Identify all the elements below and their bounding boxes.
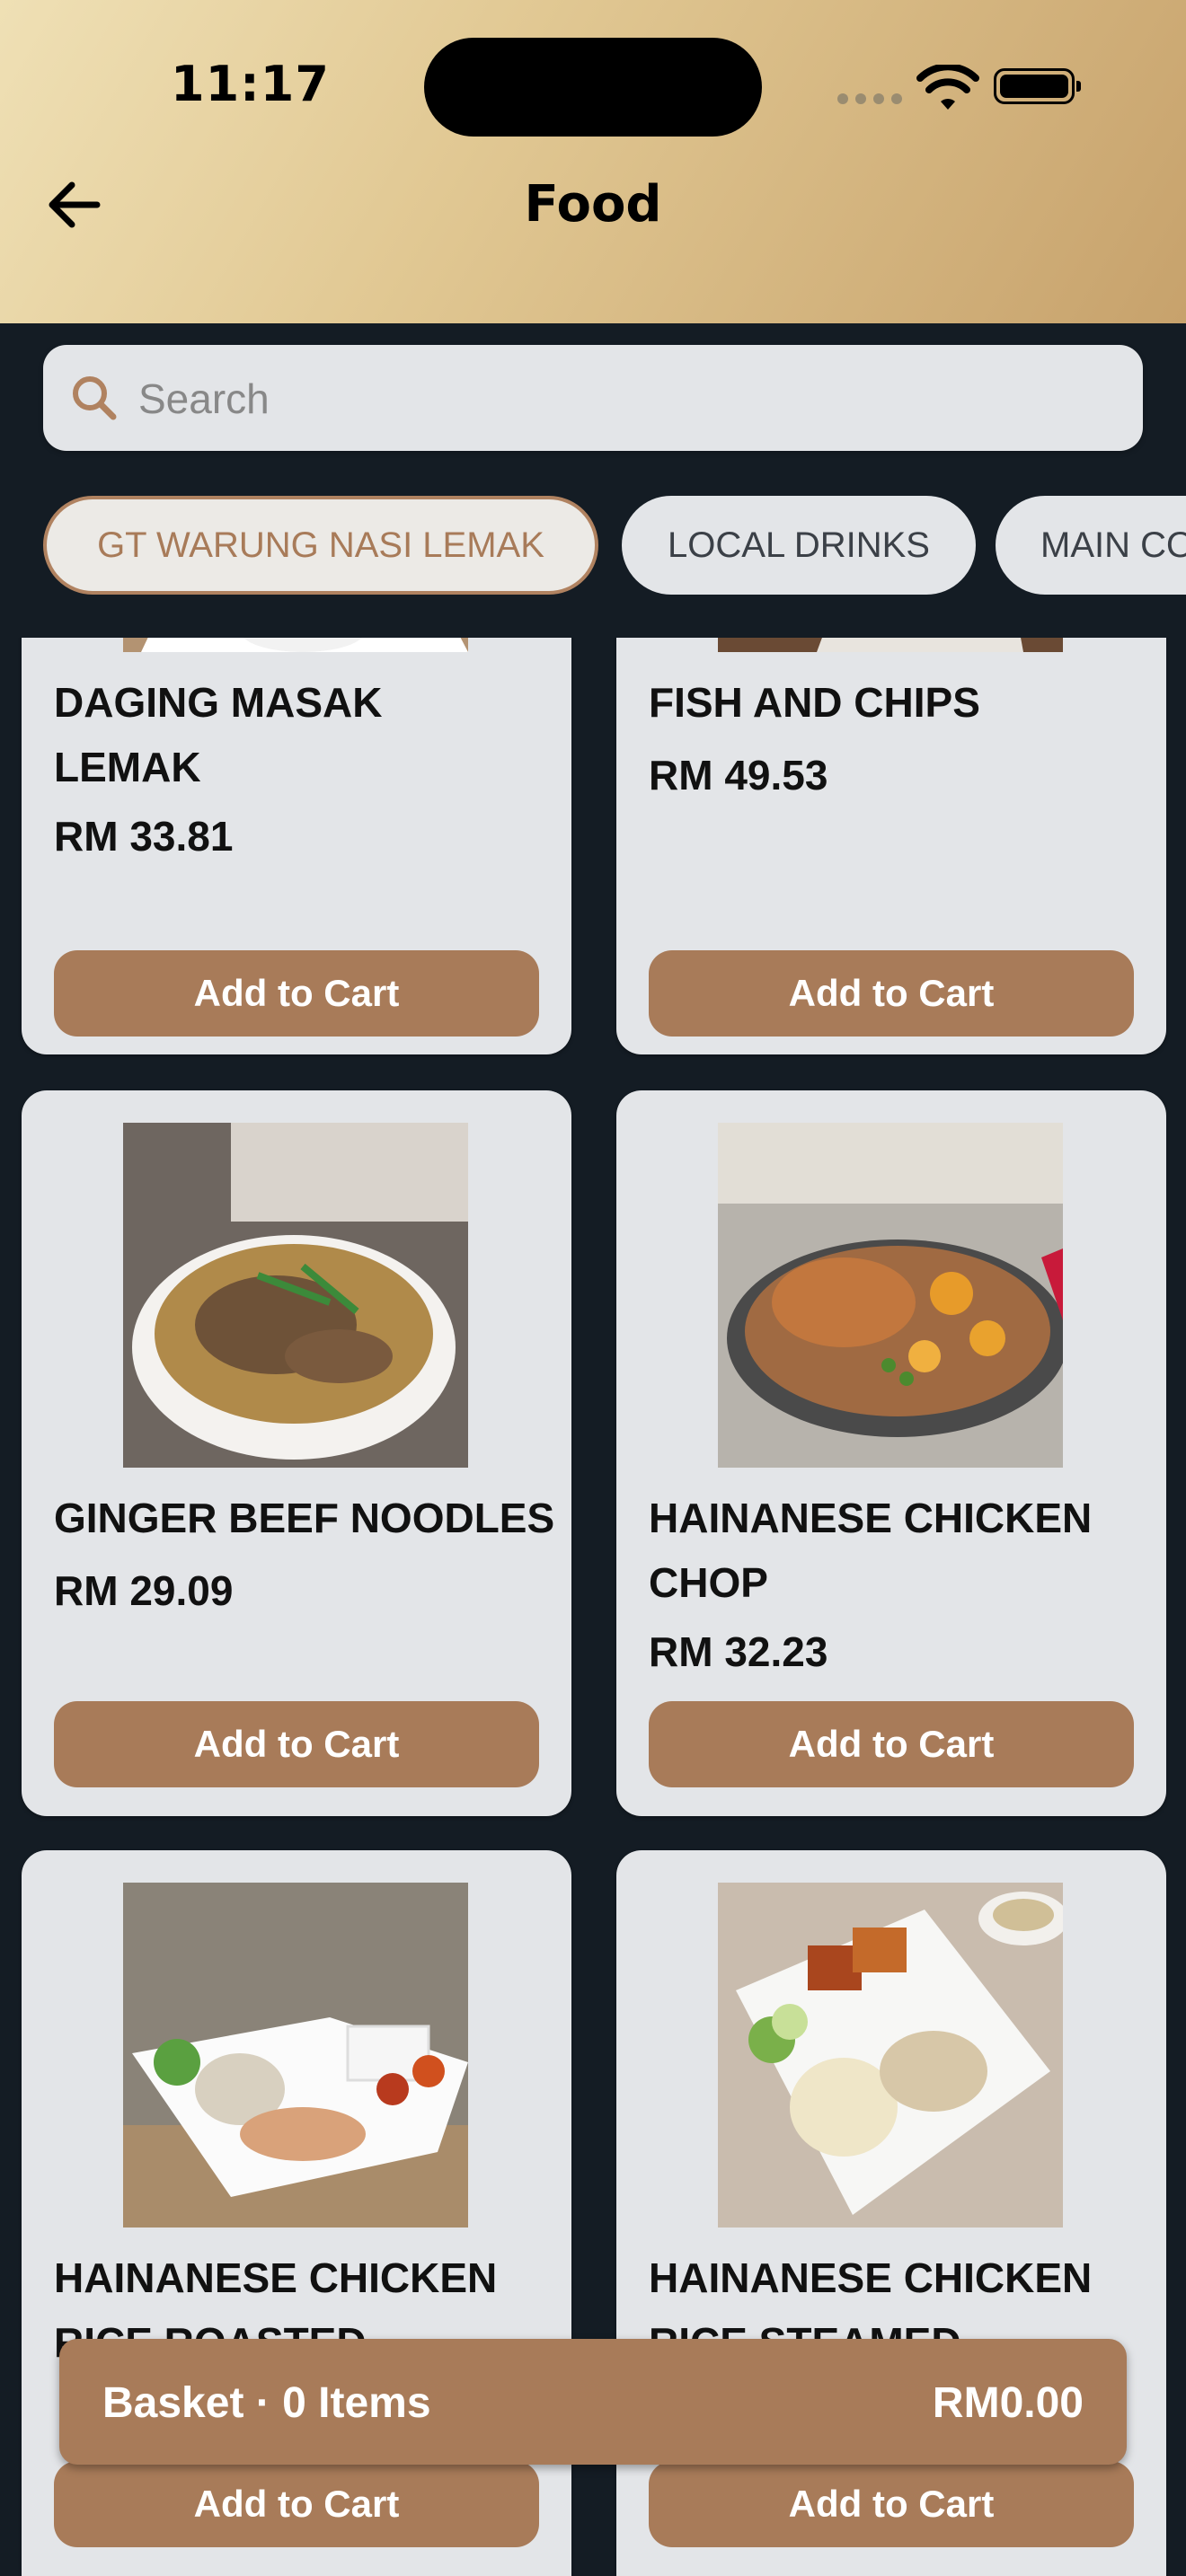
basket-total: RM0.00 (932, 2379, 1084, 2427)
product-card: HAINANESE CHICKEN RICE STEAMED Add to Ca… (616, 1850, 1166, 2576)
tab-gt-warung-nasi-lemak[interactable]: GT WARUNG NASI LEMAK (43, 496, 598, 595)
status-time: 11:17 (171, 56, 330, 112)
product-price: RM 49.53 (649, 752, 828, 798)
product-card: GINGER BEEF NOODLES RM 29.09 Add to Cart (22, 1090, 571, 1816)
add-to-cart-button[interactable]: Add to Cart (54, 1701, 539, 1787)
dynamic-island (424, 38, 762, 137)
cellular-signal-icon (837, 93, 902, 104)
product-name-line1: HAINANESE CHICKEN (54, 2254, 498, 2301)
product-image (718, 1883, 1063, 2228)
app-header: 11:17 Food (0, 0, 1186, 323)
product-price: RM 33.81 (54, 813, 234, 860)
product-card: DAGING MASAK LEMAK RM 33.81 Add to Cart (22, 638, 571, 1054)
product-name-line2: LEMAK (54, 744, 201, 790)
category-tabs: GT WARUNG NASI LEMAK LOCAL DRINKS MAIN C… (43, 496, 1186, 595)
product-name-line1: HAINANESE CHICKEN (649, 1495, 1093, 1541)
search-bar[interactable] (43, 345, 1143, 451)
add-to-cart-button[interactable]: Add to Cart (649, 1701, 1134, 1787)
product-price: RM 29.09 (54, 1567, 234, 1614)
product-name-line1: HAINANESE CHICKEN (649, 2254, 1093, 2301)
product-image (718, 638, 1063, 652)
search-icon (73, 376, 117, 420)
basket-bar[interactable]: Basket · 0 Items RM0.00 (59, 2339, 1127, 2465)
basket-label: Basket · 0 Items (102, 2379, 431, 2427)
product-image (123, 638, 468, 652)
product-card: HAINANESE CHICKEN RICE ROASTED Add to Ca… (22, 1850, 571, 2576)
search-input[interactable] (137, 363, 1111, 435)
product-name-line1: GINGER BEEF NOODLES (54, 1495, 555, 1541)
add-to-cart-button[interactable]: Add to Cart (54, 950, 539, 1037)
product-card: HAINANESE CHICKEN CHOP RM 32.23 Add to C… (616, 1090, 1166, 1816)
add-to-cart-button[interactable]: Add to Cart (649, 950, 1134, 1037)
add-to-cart-button[interactable]: Add to Cart (649, 2461, 1134, 2547)
page-title: Food (524, 175, 662, 234)
battery-icon (994, 68, 1081, 104)
product-name-line2: CHOP (649, 1559, 768, 1606)
add-to-cart-button[interactable]: Add to Cart (54, 2461, 539, 2547)
product-price: RM 32.23 (649, 1628, 828, 1675)
product-name-line1: DAGING MASAK (54, 679, 383, 726)
product-image (718, 1123, 1063, 1468)
tab-local-drinks[interactable]: LOCAL DRINKS (622, 496, 976, 595)
tab-main-course[interactable]: MAIN CO (996, 496, 1186, 595)
product-image (123, 1883, 468, 2228)
wifi-icon (916, 65, 979, 110)
product-name-line1: FISH AND CHIPS (649, 679, 980, 726)
product-card: FISH AND CHIPS RM 49.53 Add to Cart (616, 638, 1166, 1054)
product-image (123, 1123, 468, 1468)
product-grid: DAGING MASAK LEMAK RM 33.81 Add to Cart … (0, 638, 1186, 2576)
